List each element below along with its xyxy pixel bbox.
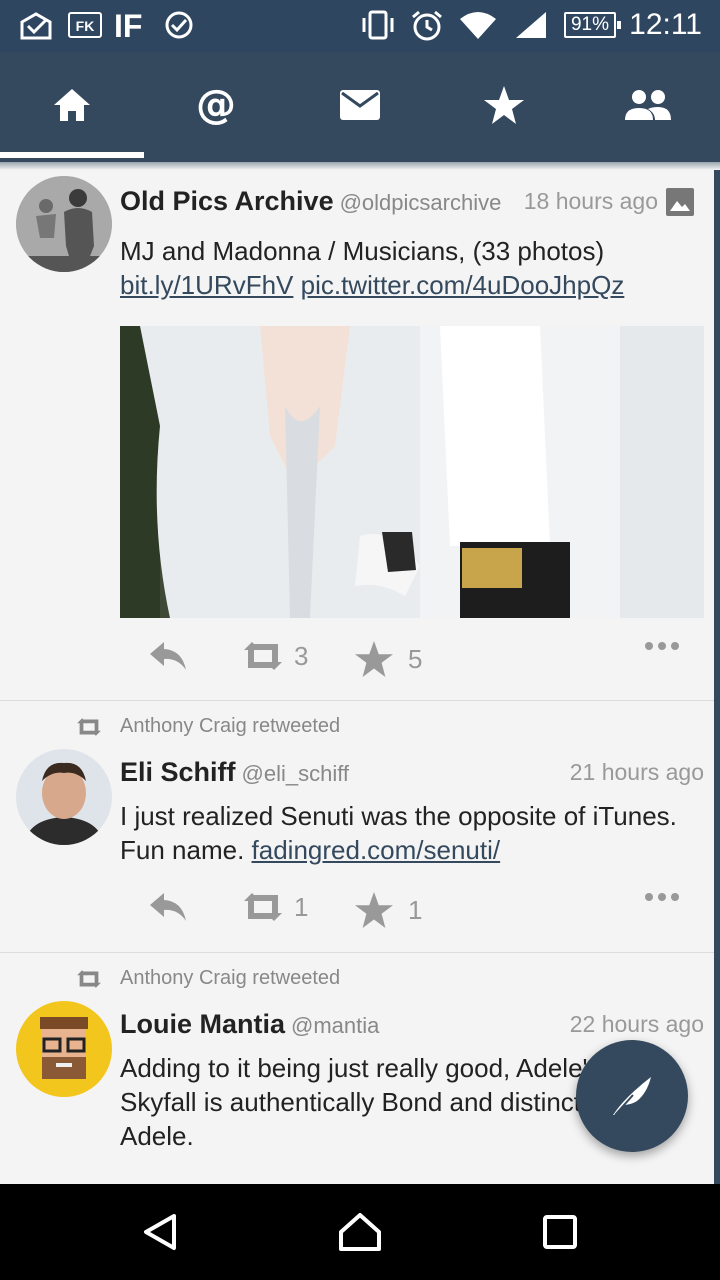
recents-button[interactable] (500, 1184, 620, 1280)
retweet-button[interactable]: 1 (240, 891, 308, 923)
back-icon (144, 1214, 176, 1250)
retweet-count: 3 (294, 640, 309, 671)
svg-text:IF: IF (114, 10, 142, 40)
tweet-link[interactable]: fadingred.com/senuti/ (252, 835, 501, 865)
retweet-icon (244, 642, 282, 670)
mail-check-icon (20, 10, 52, 40)
retweet-icon (244, 893, 282, 921)
author-name[interactable]: Louie Mantia @mantia (120, 1009, 379, 1040)
author-handle[interactable]: @oldpicsarchive (340, 190, 502, 215)
timeline-feed[interactable]: Old Pics Archive @oldpicsarchive 18 hours… (0, 162, 714, 1184)
tweet-text: I just realized Senuti was the opposite … (120, 801, 677, 865)
tweet-time: 21 hours ago (569, 759, 704, 785)
tab-home[interactable] (0, 52, 144, 158)
home-nav-icon (339, 1213, 381, 1251)
recents-icon (543, 1215, 577, 1249)
alarm-icon (410, 10, 444, 41)
avatar[interactable] (16, 1001, 112, 1097)
wifi-icon (458, 10, 498, 40)
active-tab-indicator (0, 152, 144, 158)
navigation-bar (0, 1184, 720, 1280)
more-options-button[interactable] (644, 640, 680, 652)
tab-favorites[interactable] (432, 52, 576, 158)
author-handle[interactable]: @mantia (291, 1013, 379, 1038)
avatar[interactable] (16, 176, 112, 272)
reply-icon (150, 893, 186, 921)
author-name[interactable]: Old Pics Archive @oldpicsarchive (120, 186, 501, 217)
favorites-icon (484, 86, 524, 124)
status-bar: FK IF 91% 12:11 (0, 0, 720, 52)
star-icon (355, 640, 393, 678)
favorite-count: 5 (408, 643, 423, 674)
retweet-icon (74, 717, 104, 742)
author-name[interactable]: Eli Schiff @eli_schiff (120, 757, 349, 788)
reply-icon (150, 642, 186, 670)
image-attachment-icon (666, 188, 694, 221)
retweeted-by-label[interactable]: Anthony Craig retweeted (120, 967, 340, 990)
retweet-button[interactable]: 3 (240, 640, 308, 672)
tab-bar-shadow (0, 162, 720, 170)
tab-people[interactable] (576, 52, 720, 158)
tweet-link[interactable]: pic.twitter.com/4uDooJhpQz (301, 270, 625, 300)
scrollbar[interactable] (714, 170, 720, 1184)
more-dots-icon (645, 893, 679, 901)
vibrate-icon (360, 10, 396, 40)
retweet-count: 1 (294, 891, 309, 922)
tweet-actions: 1 1 (120, 891, 706, 931)
more-dots-icon (645, 642, 679, 650)
people-icon (625, 90, 671, 120)
more-options-button[interactable] (644, 891, 680, 903)
home-icon (54, 89, 90, 121)
mentions-icon: @ (196, 82, 236, 128)
tweet-actions: 3 5 (120, 640, 706, 680)
retweeted-by-label[interactable]: Anthony Craig retweeted (120, 715, 340, 738)
tweet-item[interactable]: Old Pics Archive @oldpicsarchive 18 hours… (0, 162, 714, 701)
favorite-button[interactable]: 5 (354, 640, 422, 678)
favorite-count: 1 (408, 894, 423, 925)
svg-text:FK: FK (76, 18, 95, 34)
clock: 12:11 (629, 8, 702, 41)
tweet-link[interactable]: bit.ly/1URvFhV (120, 270, 293, 300)
reply-button[interactable] (148, 640, 188, 672)
tweet-item[interactable]: Anthony Craig retweeted Eli Schiff @eli_s… (0, 701, 714, 953)
retweet-icon (74, 969, 104, 994)
tweet-text: MJ and Madonna / Musicians, (33 photos) … (120, 236, 625, 300)
back-button[interactable] (100, 1184, 220, 1280)
if-app-icon: IF (114, 10, 152, 40)
quill-icon (613, 1077, 651, 1116)
compose-tweet-button[interactable] (576, 1040, 688, 1152)
tab-messages[interactable] (288, 52, 432, 158)
messages-icon (340, 90, 380, 120)
tweet-time: 22 hours ago (569, 1011, 704, 1037)
avatar[interactable] (16, 749, 112, 845)
tab-mentions[interactable]: @ (144, 52, 288, 158)
tweet-media-image[interactable] (120, 326, 704, 618)
author-handle[interactable]: @eli_schiff (242, 761, 350, 786)
cell-signal-icon (514, 10, 548, 40)
fk-app-icon: FK (68, 10, 102, 40)
reply-button[interactable] (148, 891, 188, 923)
favorite-button[interactable]: 1 (354, 891, 422, 929)
star-icon (355, 891, 393, 929)
tab-bar: @ (0, 52, 720, 162)
home-button[interactable] (300, 1184, 420, 1280)
signal-badge-icon (162, 10, 196, 40)
tweet-time: 18 hours ago (523, 188, 658, 214)
battery-icon: 91% (564, 12, 621, 38)
